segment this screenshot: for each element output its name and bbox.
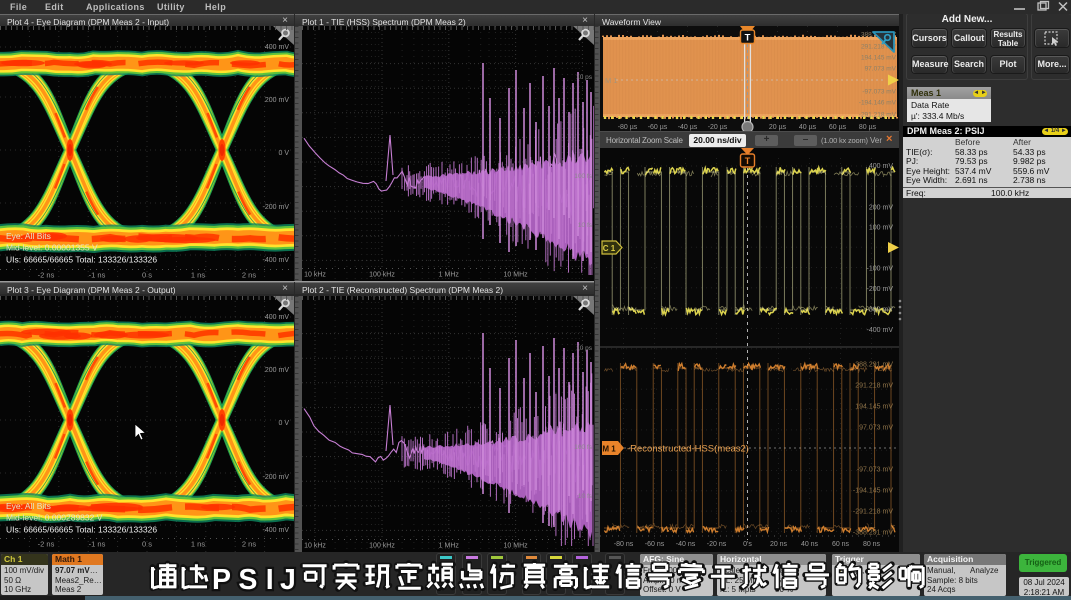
svg-text:10 MHz: 10 MHz <box>504 272 529 279</box>
svg-text:-400 mV: -400 mV <box>263 527 290 534</box>
svg-text:80 µs: 80 µs <box>859 124 877 131</box>
svg-text:194.145 mV: 194.145 mV <box>861 55 897 62</box>
svg-text:100 fs: 100 fs <box>574 173 592 180</box>
svg-text:200 mV: 200 mV <box>869 205 893 212</box>
svg-text:-60 µs: -60 µs <box>648 124 668 131</box>
svg-text:10 ps: 10 ps <box>576 345 593 352</box>
svg-text:-1 ns: -1 ns <box>89 540 106 549</box>
svg-text:2 ns: 2 ns <box>242 271 256 280</box>
svg-text:-60 ns: -60 ns <box>645 541 665 548</box>
svg-text:400 mV: 400 mV <box>265 314 289 321</box>
svg-text:40 ns: 40 ns <box>801 541 819 548</box>
svg-text:-291.218 mV: -291.218 mV <box>853 509 893 516</box>
svg-text:100 kHz: 100 kHz <box>369 272 395 279</box>
svg-text:-300 mV: -300 mV <box>867 307 894 314</box>
svg-text:M 1: M 1 <box>605 76 618 85</box>
svg-text:200 mV: 200 mV <box>265 367 289 374</box>
svg-text:-Reconstructed-HSS(meas2): -Reconstructed-HSS(meas2) <box>627 444 749 455</box>
svg-text:291.218 mV: 291.218 mV <box>855 383 893 390</box>
svg-text:200 mV: 200 mV <box>265 97 289 104</box>
svg-text:J: J <box>280 564 296 596</box>
svg-text:-2 ns: -2 ns <box>38 271 55 280</box>
svg-text:-200 mV: -200 mV <box>263 474 290 481</box>
svg-text:0 s: 0 s <box>142 271 152 280</box>
svg-text:-194.145 mV: -194.145 mV <box>853 488 893 495</box>
svg-text:Mid-level: 0.00001355 V: Mid-level: 0.00001355 V <box>6 243 98 253</box>
svg-text:-400 mV: -400 mV <box>263 257 290 264</box>
svg-text:-400 mV: -400 mV <box>867 327 894 334</box>
svg-text:0 s: 0 s <box>142 540 152 549</box>
svg-text:C 1: C 1 <box>603 244 616 253</box>
svg-text:-97.073 mV: -97.073 mV <box>857 467 894 474</box>
svg-text:194.145 mV: 194.145 mV <box>855 404 893 411</box>
svg-text:1 MHz: 1 MHz <box>439 272 460 279</box>
svg-text:-80 ns: -80 ns <box>614 541 634 548</box>
svg-text:-100 mV: -100 mV <box>867 266 894 273</box>
svg-text:1 ns: 1 ns <box>191 271 205 280</box>
svg-text:-291.218 mV: -291.218 mV <box>859 112 897 119</box>
svg-text:0's: 0's <box>743 541 752 548</box>
svg-text:Mid-level: 0.000289832 V: Mid-level: 0.000289832 V <box>6 513 103 523</box>
svg-text:T: T <box>745 156 751 166</box>
svg-text:20 ns: 20 ns <box>770 541 788 548</box>
svg-text:400 mV: 400 mV <box>869 163 893 170</box>
svg-text:60 ns: 60 ns <box>832 541 850 548</box>
svg-text:T: T <box>745 33 751 44</box>
svg-text:60 µs: 60 µs <box>829 124 847 131</box>
svg-text:10 kHz: 10 kHz <box>304 543 326 550</box>
svg-text:1 MHz: 1 MHz <box>439 543 460 550</box>
svg-text:-40 µs: -40 µs <box>678 124 698 131</box>
svg-text:-20 ns: -20 ns <box>707 541 727 548</box>
svg-text:-40 ns: -40 ns <box>676 541 696 548</box>
svg-text:0 V: 0 V <box>278 150 289 157</box>
svg-text:UIs: 66665/66665 Total: 133: UIs: 66665/66665 Total: 133326/133326 <box>6 525 157 535</box>
svg-text:80 ns: 80 ns <box>863 541 881 548</box>
svg-text:S: S <box>238 564 257 596</box>
svg-text:97.073 mV: 97.073 mV <box>865 66 897 73</box>
svg-text:I: I <box>266 564 274 596</box>
svg-text:20 µs: 20 µs <box>769 124 787 131</box>
svg-text:100 kHz: 100 kHz <box>369 543 395 550</box>
svg-text:-194.146 mV: -194.146 mV <box>859 100 897 107</box>
svg-text:10 fs: 10 fs <box>578 222 593 229</box>
svg-text:-20 µs: -20 µs <box>708 124 728 131</box>
svg-text:10 fs: 10 fs <box>578 493 593 500</box>
svg-text:-388.291 mV: -388.291 mV <box>853 530 893 537</box>
svg-text:400 mV: 400 mV <box>265 44 289 51</box>
svg-text:P: P <box>212 564 231 596</box>
svg-text:0 V: 0 V <box>278 420 289 427</box>
svg-text:UIs: 66665/66665 Total: 133: UIs: 66665/66665 Total: 133326/133326 <box>6 255 157 265</box>
svg-text:388.291 mV: 388.291 mV <box>855 362 893 369</box>
svg-text:-1 ns: -1 ns <box>89 271 106 280</box>
svg-text:Eye: All Bits: Eye: All Bits <box>6 231 51 241</box>
svg-text:-2 ns: -2 ns <box>38 540 55 549</box>
svg-text:Eye: All Bits: Eye: All Bits <box>6 501 51 511</box>
svg-text:-200 mV: -200 mV <box>867 286 894 293</box>
svg-text:100 fs: 100 fs <box>574 444 592 451</box>
svg-text:M 1: M 1 <box>602 445 616 454</box>
svg-text:10 ps: 10 ps <box>576 74 593 81</box>
svg-text:-80 µs: -80 µs <box>618 124 638 131</box>
svg-text:1 ns: 1 ns <box>191 540 205 549</box>
svg-text:40 µs: 40 µs <box>799 124 817 131</box>
svg-text:-200 mV: -200 mV <box>263 204 290 211</box>
svg-text:10 kHz: 10 kHz <box>304 272 326 279</box>
svg-text:-97.073 mV: -97.073 mV <box>862 89 896 96</box>
svg-text:97.073 mV: 97.073 mV <box>859 425 893 432</box>
svg-text:2 ns: 2 ns <box>242 540 256 549</box>
svg-text:10 MHz: 10 MHz <box>504 543 529 550</box>
svg-text:100 mV: 100 mV <box>869 225 893 232</box>
